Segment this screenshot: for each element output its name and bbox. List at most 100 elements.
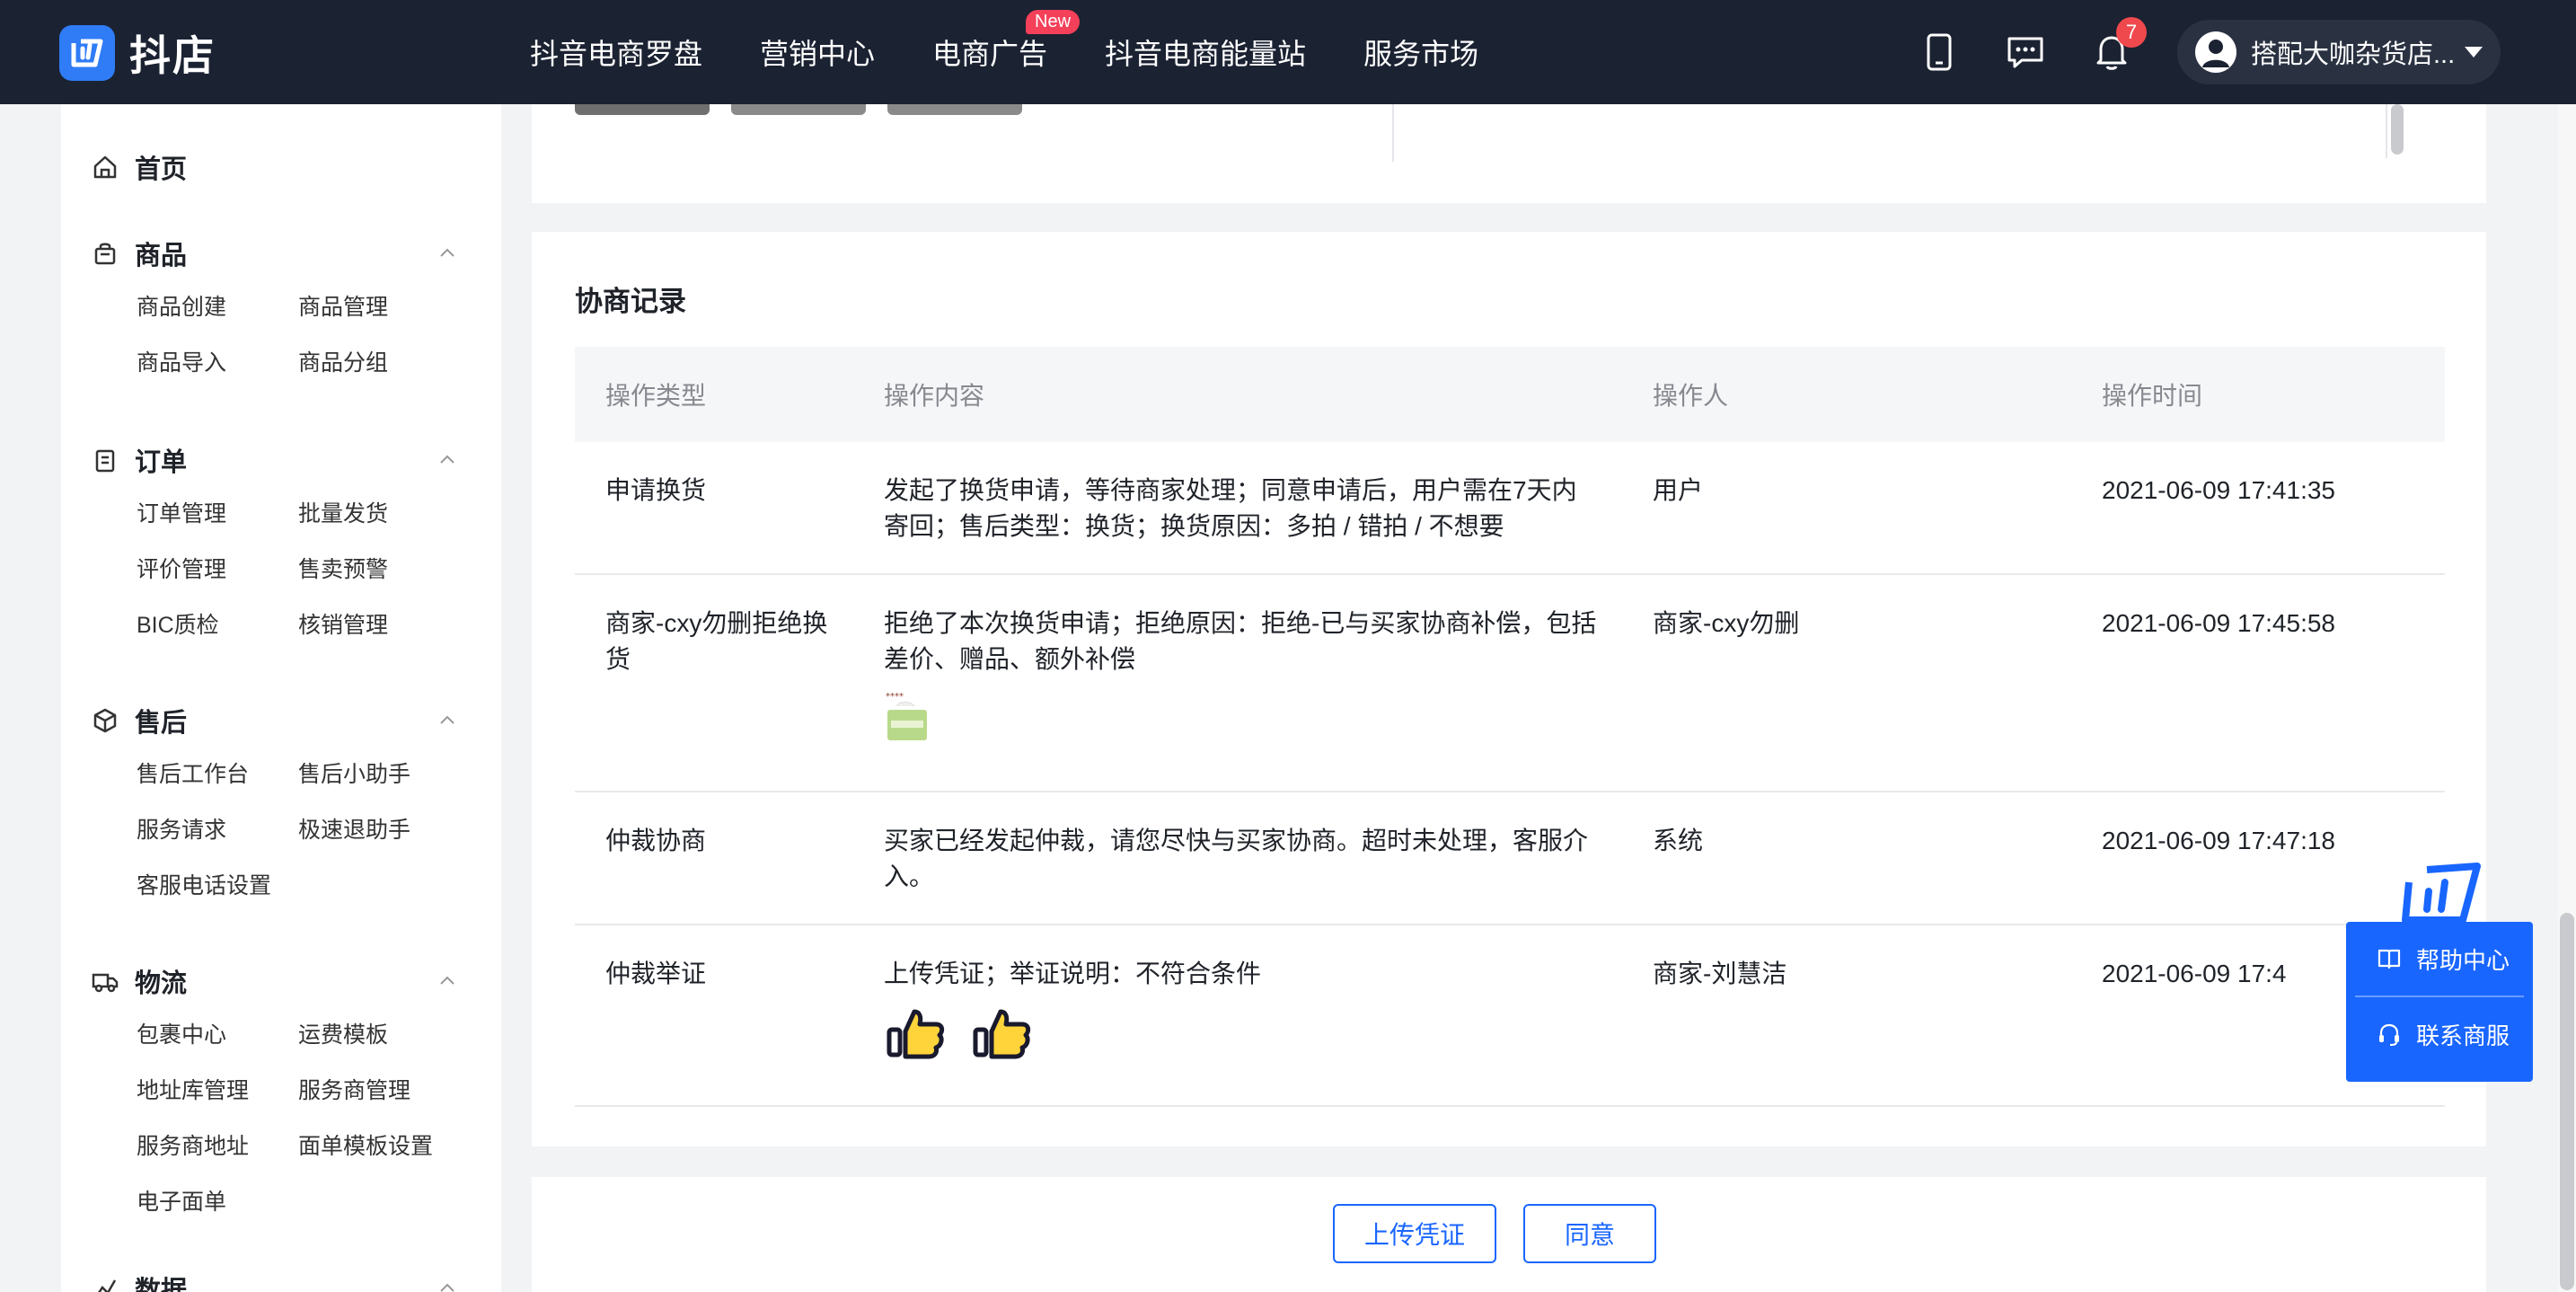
sidebar-item-review-manage[interactable]: 评价管理 — [137, 552, 298, 584]
action-bar: 上传凭证 同意 — [532, 1177, 2486, 1292]
top-navbar: 抖店 抖音电商罗盘 营销中心 电商广告 New 抖音电商能量站 服务市场 7 搭… — [0, 0, 2576, 104]
sidebar-item-product-create[interactable]: 商品创建 — [137, 289, 298, 322]
sidebar-item-phone-settings[interactable]: 客服电话设置 — [137, 868, 298, 900]
thumbnail-image[interactable] — [575, 104, 710, 115]
nav-right-tools: 7 搭配大咖杂货店... — [1919, 0, 2501, 104]
sidebar-item-e-waybill[interactable]: 电子面单 — [137, 1184, 298, 1217]
table-row: 商家-cxy勿删拒绝换货 拒绝了本次换货申请；拒绝原因：拒绝-已与买家协商补偿，… — [575, 575, 2445, 792]
headset-icon — [2379, 1023, 2399, 1046]
sidebar-item-waybill-template[interactable]: 面单模板设置 — [298, 1128, 460, 1161]
main-nav: 抖音电商罗盘 营销中心 电商广告 New 抖音电商能量站 服务市场 — [530, 0, 1536, 104]
phone-icon[interactable] — [1919, 31, 1960, 73]
column-header: 操作时间 — [2102, 382, 2203, 410]
operation-time: 2021-06-09 17:47:18 — [2102, 827, 2335, 854]
nav-item-service-market[interactable]: 服务市场 — [1363, 31, 1478, 73]
avatar — [2195, 31, 2236, 73]
sidebar-section-title: 商品 — [135, 242, 188, 270]
operation-type: 商家-cxy勿删拒绝换货 — [605, 609, 828, 673]
chart-icon — [98, 1279, 117, 1292]
sidebar-item-sale-alert[interactable]: 售卖预警 — [298, 552, 460, 584]
sidebar-item-fast-refund[interactable]: 极速退助手 — [298, 812, 460, 845]
sidebar-item-provider-address[interactable]: 服务商地址 — [137, 1128, 298, 1161]
nav-item-energy-station[interactable]: 抖音电商能量站 — [1105, 31, 1306, 73]
thumbnail-image[interactable] — [887, 104, 1022, 115]
bag-icon — [94, 243, 116, 265]
sidebar-item-aftersale-helper[interactable]: 售后小助手 — [298, 757, 460, 789]
records-table: 操作类型 操作内容 操作人 操作时间 申请换货 发起了换货申请，等待商家处理；同… — [575, 347, 2445, 1107]
sidebar-item-address-book[interactable]: 地址库管理 — [137, 1073, 298, 1105]
sidebar-section-aftersale: 售后 售后工作台 售后小助手 服务请求 极速退助手 客服电话设置 — [61, 694, 501, 900]
operator: 用户 — [1653, 476, 1704, 504]
thumbs-up-image[interactable] — [970, 1004, 1038, 1062]
thumbnail-image[interactable] — [731, 104, 866, 115]
sidebar-section-title: 数据 — [135, 1277, 188, 1292]
operator: 系统 — [1653, 827, 1704, 854]
contact-service-button[interactable]: 联系商服 — [2346, 997, 2533, 1071]
nav-item-ads[interactable]: 电商广告 New — [932, 10, 1081, 73]
agree-button[interactable]: 同意 — [1523, 1204, 1656, 1263]
sidebar-section-header[interactable]: 数据 — [61, 1261, 501, 1292]
svg-text:****: **** — [886, 692, 904, 702]
operation-time: 2021-06-09 17:45:58 — [2102, 609, 2335, 637]
chevron-up-icon — [440, 715, 454, 724]
sidebar-item-service-request[interactable]: 服务请求 — [137, 812, 298, 845]
user-name: 搭配大咖杂货店... — [2251, 40, 2456, 69]
nav-label: 服务市场 — [1363, 38, 1479, 70]
sidebar-item-writeoff[interactable]: 核销管理 — [298, 607, 460, 640]
evidence-images — [884, 1004, 1599, 1062]
nav-item-marketing[interactable]: 营销中心 — [760, 31, 875, 73]
sidebar-item-freight-template[interactable]: 运费模板 — [298, 1017, 460, 1049]
sidebar-item-bic-check[interactable]: BIC质检 — [137, 607, 298, 640]
operation-content-wrap: 上传凭证；举证说明：不符合条件 — [884, 956, 1653, 1062]
operation-content: 发起了换货申请，等待商家处理；同意申请后，用户需在7天内寄回；售后类型：换货；换… — [884, 476, 1577, 540]
sidebar-item-product-group[interactable]: 商品分组 — [298, 345, 460, 377]
sidebar-home[interactable]: 首页 — [61, 140, 501, 194]
nav-label: 抖音电商能量站 — [1105, 38, 1307, 70]
sidebar: 首页 商品 商品创建 商品管理 商品导入 商品分组 订单 订单管理 批量发货 评… — [61, 104, 501, 1292]
sidebar-section-logistics: 物流 包裹中心 运费模板 地址库管理 服务商管理 服务商地址 面单模板设置 电子… — [61, 954, 501, 1217]
doudian-logo-icon — [59, 25, 115, 81]
sidebar-section-header[interactable]: 商品 — [61, 226, 501, 280]
message-icon[interactable] — [2005, 31, 2046, 73]
sidebar-section-products: 商品 商品创建 商品管理 商品导入 商品分组 — [61, 226, 501, 377]
sidebar-section-title: 售后 — [135, 709, 188, 738]
column-header: 操作人 — [1653, 382, 1729, 410]
negotiation-records-card: 协商记录 操作类型 操作内容 操作人 操作时间 申请换货 发起了换货申请，等待商… — [532, 232, 2486, 1146]
bell-icon[interactable]: 7 — [2091, 17, 2147, 73]
chevron-up-icon — [440, 1283, 454, 1292]
sidebar-section-header[interactable]: 售后 — [61, 694, 501, 748]
tissue-image[interactable]: **** — [884, 690, 931, 742]
column-header: 操作内容 — [884, 382, 985, 410]
app-logo[interactable]: 抖店 — [59, 23, 216, 83]
app-name: 抖店 — [129, 32, 216, 79]
notification-count-badge: 7 — [2116, 17, 2147, 48]
column-divider — [1392, 104, 1394, 162]
box-icon — [93, 708, 117, 733]
new-badge: New — [1026, 10, 1081, 34]
sidebar-item-product-manage[interactable]: 商品管理 — [298, 289, 460, 322]
nav-label: 抖音电商罗盘 — [530, 38, 703, 70]
sidebar-item-order-manage[interactable]: 订单管理 — [137, 496, 298, 528]
help-center-button[interactable]: 帮助中心 — [2346, 922, 2533, 996]
sidebar-item-provider-manage[interactable]: 服务商管理 — [298, 1073, 460, 1105]
sidebar-section-header[interactable]: 物流 — [61, 954, 501, 1008]
upload-evidence-button[interactable]: 上传凭证 — [1333, 1204, 1496, 1263]
thumbs-up-image[interactable] — [884, 1004, 952, 1062]
sidebar-item-product-import[interactable]: 商品导入 — [137, 345, 298, 377]
table-row: 仲裁举证 上传凭证；举证说明：不符合条件 商家-刘慧洁 2021-06-09 1… — [575, 925, 2445, 1107]
page-scrollbar[interactable] — [2560, 913, 2574, 1290]
sidebar-item-batch-ship[interactable]: 批量发货 — [298, 496, 460, 528]
sidebar-item-home-label: 首页 — [135, 155, 188, 184]
chevron-up-icon — [440, 455, 454, 464]
nav-item-compass[interactable]: 抖音电商罗盘 — [530, 31, 702, 73]
sidebar-item-aftersale-desk[interactable]: 售后工作台 — [137, 757, 298, 789]
inner-scrollbar[interactable] — [2391, 104, 2404, 155]
user-menu[interactable]: 搭配大咖杂货店... — [2177, 20, 2501, 84]
table-row: 仲裁协商 买家已经发起仲裁，请您尽快与买家协商。超时未处理，客服介入。 系统 2… — [575, 792, 2445, 925]
sidebar-section-header[interactable]: 订单 — [61, 433, 501, 487]
clipboard-icon — [95, 449, 115, 473]
sidebar-item-package-center[interactable]: 包裹中心 — [137, 1017, 298, 1049]
column-header: 操作类型 — [605, 382, 707, 410]
home-icon — [93, 155, 117, 179]
chevron-up-icon — [440, 976, 454, 985]
